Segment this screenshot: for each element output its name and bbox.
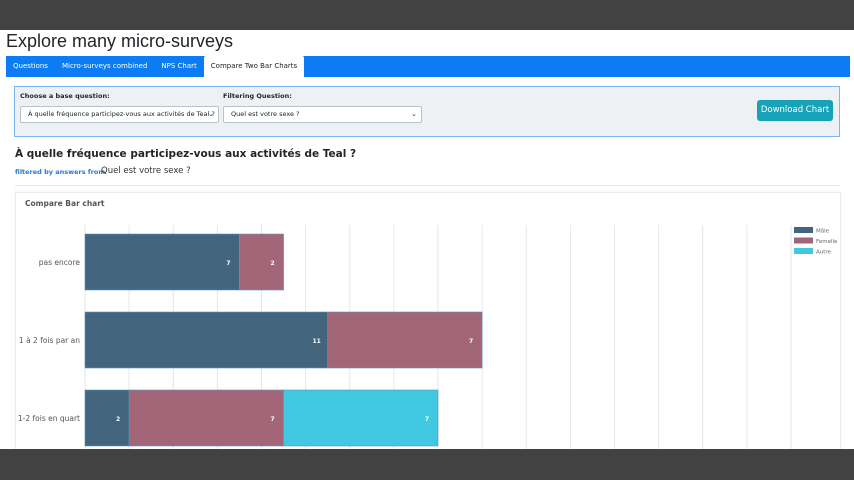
chevron-down-icon: ⌄ bbox=[208, 110, 214, 118]
filtered-by-question: Quel est votre sexe ? bbox=[101, 166, 191, 176]
bar-segment bbox=[128, 389, 284, 447]
base-question-value: À quelle fréquence participez-vous aux a… bbox=[28, 110, 215, 118]
bar-chart: pas encore 7 2 1 à 2 fois par an 11 7 1-2 fois… bbox=[18, 225, 838, 449]
filter-panel: Choose a base question: À quelle fréquen… bbox=[14, 86, 840, 137]
legend-swatch bbox=[794, 248, 813, 254]
data-label: 2 bbox=[116, 416, 120, 423]
legend-label: Autre bbox=[816, 250, 832, 256]
bar-segment bbox=[84, 389, 130, 447]
tab-micro-surveys-combined[interactable]: Micro-surveys combined bbox=[55, 56, 154, 77]
category-label: pas encore bbox=[39, 258, 81, 267]
filtered-by-label: filtered by answers from bbox=[15, 168, 106, 176]
page: Explore many micro-surveys Questions Mic… bbox=[0, 30, 854, 449]
data-label: 7 bbox=[270, 416, 274, 423]
tab-questions[interactable]: Questions bbox=[6, 56, 55, 77]
bar-segment bbox=[327, 311, 483, 369]
legend-label: Femelle bbox=[816, 239, 838, 245]
data-label: 7 bbox=[226, 260, 230, 267]
question-title: À quelle fréquence participez-vous aux a… bbox=[15, 148, 357, 160]
legend-swatch bbox=[794, 237, 813, 244]
tab-bar: Questions Micro-surveys combined NPS Cha… bbox=[6, 56, 850, 77]
bar-segment bbox=[283, 389, 439, 447]
chevron-down-icon: ⌄ bbox=[411, 110, 417, 118]
category-label: 1 à 2 fois par an bbox=[19, 336, 80, 345]
filtering-question-label: Filtering Question: bbox=[223, 92, 292, 100]
filtering-question-select[interactable]: Quel est votre sexe ? ⌄ bbox=[223, 106, 422, 123]
divider bbox=[15, 185, 840, 186]
bar-segment bbox=[84, 311, 328, 369]
data-label: 11 bbox=[313, 338, 321, 345]
category-label: 1-2 fois en quart bbox=[18, 414, 80, 423]
data-label: 7 bbox=[469, 338, 473, 345]
page-title: Explore many micro-surveys bbox=[6, 31, 234, 51]
filtering-question-value: Quel est votre sexe ? bbox=[231, 110, 300, 118]
tab-compare-two-bar-charts[interactable]: Compare Two Bar Charts bbox=[203, 56, 305, 77]
base-question-label: Choose a base question: bbox=[20, 92, 110, 100]
download-chart-button[interactable]: Download Chart bbox=[757, 100, 833, 121]
top-frame bbox=[0, 0, 854, 30]
chart-title: Compare Bar chart bbox=[25, 199, 105, 208]
legend-label: Mâle bbox=[816, 228, 830, 235]
legend-swatch bbox=[794, 227, 813, 233]
base-question-select[interactable]: À quelle fréquence participez-vous aux a… bbox=[20, 106, 219, 123]
bottom-frame bbox=[0, 449, 854, 480]
tab-nps-chart[interactable]: NPS Chart bbox=[154, 56, 203, 77]
chart-card: pas encore 7 2 1 à 2 fois par an 11 7 1-2 fois… bbox=[15, 192, 841, 449]
bar-segment bbox=[239, 233, 284, 291]
bar-segment bbox=[84, 233, 240, 291]
data-label: 7 bbox=[425, 416, 429, 423]
data-label: 2 bbox=[270, 260, 274, 267]
